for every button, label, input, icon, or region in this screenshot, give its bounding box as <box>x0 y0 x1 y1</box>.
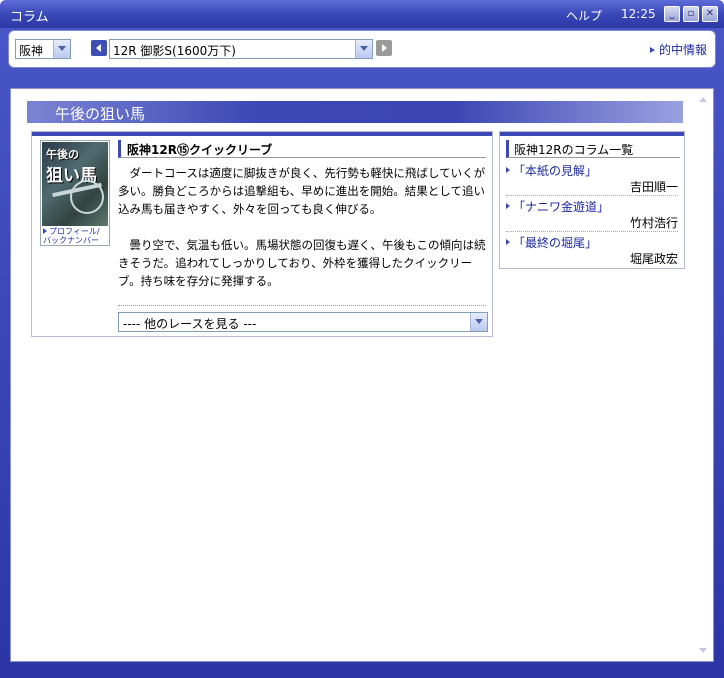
arrow-right-icon <box>649 47 655 53</box>
window-frame: コラム ヘルプ 12:25 _ ▫ ✕ 阪神 12R 御影S(1600万下) 的… <box>0 0 724 678</box>
list-item[interactable]: 「本紙の見解」 吉田順一 <box>506 160 678 196</box>
column-list-title-text: 阪神12Rのコラム一覧 <box>514 143 634 157</box>
list-item-link[interactable]: 「ナニワ金遊道」 <box>506 198 609 215</box>
venue-select-value: 阪神 <box>19 44 44 58</box>
section-header: 午後の狙い馬 <box>27 101 683 123</box>
minimize-icon[interactable]: _ <box>664 6 680 22</box>
section-title: 午後の狙い馬 <box>55 105 146 123</box>
other-races-value: ---- 他のレースを見る --- <box>123 317 257 331</box>
chevron-left-icon[interactable] <box>91 40 107 56</box>
list-item-link[interactable]: 「最終の堀尾」 <box>506 234 597 251</box>
chevron-down-icon[interactable] <box>355 40 372 58</box>
title-bar: コラム ヘルプ 12:25 _ ▫ ✕ <box>0 0 724 28</box>
profile-link-line1: プロフィール/ <box>49 227 100 236</box>
column-paragraph: ダートコースは適度に脚抜きが良く、先行勢も軽快に飛ばしていくが多い。勝負どころか… <box>118 166 486 216</box>
column-box-accent <box>32 132 492 136</box>
close-icon[interactable]: ✕ <box>702 6 718 22</box>
column-box: 午後の 狙い馬 プロフィール/ バックナンバー 阪神12R⑮クイックリーブ ダー… <box>31 131 493 337</box>
list-item-author: 竹村浩行 <box>629 216 678 230</box>
column-list-accent <box>500 132 684 136</box>
column-thumbnail[interactable]: 午後の 狙い馬 プロフィール/ バックナンバー <box>40 140 110 246</box>
list-item-author: 堀尾政宏 <box>629 252 678 266</box>
venue-select[interactable]: 阪神 <box>15 39 71 59</box>
list-item-title: 「最終の堀尾」 <box>513 236 598 250</box>
column-title-text: 阪神12R⑮クイックリーブ <box>127 143 273 157</box>
arrow-right-icon <box>506 203 510 209</box>
list-item-title: 「本紙の見解」 <box>513 164 598 178</box>
column-paragraph: 曇り空で、気温も低い。馬場状態の回復も遅く、午後もこの傾向は続きそうだ。追われて… <box>118 238 486 288</box>
list-item-title: 「ナニワ金遊道」 <box>513 200 610 214</box>
column-list-box: 阪神12Rのコラム一覧 「本紙の見解」 吉田順一 「ナニワ金遊道」 竹村浩行 「… <box>499 131 685 269</box>
arrow-right-icon <box>506 239 510 245</box>
hit-info-link[interactable]: 的中情報 <box>649 41 707 58</box>
list-item-link[interactable]: 「本紙の見解」 <box>506 162 597 179</box>
thumbnail-image: 午後の 狙い馬 <box>42 142 108 226</box>
profile-backnumber-link[interactable]: プロフィール/ バックナンバー <box>43 227 100 245</box>
hit-info-label: 的中情報 <box>658 43 707 57</box>
list-item[interactable]: 「ナニワ金遊道」 竹村浩行 <box>506 196 678 232</box>
other-races-select[interactable]: ---- 他のレースを見る --- <box>118 312 488 332</box>
race-select[interactable]: 12R 御影S(1600万下) <box>109 39 373 59</box>
chevron-down-icon[interactable] <box>470 313 487 331</box>
scroll-down-icon[interactable] <box>695 642 712 659</box>
list-item[interactable]: 「最終の堀尾」 堀尾政宏 <box>506 232 678 268</box>
thumbnail-line1: 午後の <box>46 148 79 161</box>
vertical-scrollbar[interactable] <box>695 91 712 659</box>
list-item-author: 吉田順一 <box>629 180 678 194</box>
chevron-down-icon[interactable] <box>53 40 70 58</box>
help-menu[interactable]: ヘルプ <box>566 7 602 24</box>
scroll-up-icon[interactable] <box>695 91 712 108</box>
column-body: ダートコースは適度に脚抜きが良く、先行勢も軽快に飛ばしていくが多い。勝負どころか… <box>118 164 488 308</box>
arrow-right-icon <box>506 167 510 173</box>
chevron-right-icon[interactable] <box>376 40 392 56</box>
arrow-right-icon <box>43 228 47 234</box>
main-panel: 午後の狙い馬 午後の 狙い馬 プロフィール/ バックナンバー 阪神12R⑮クイッ… <box>10 88 714 662</box>
column-list-title: 阪神12Rのコラム一覧 <box>506 140 680 158</box>
profile-link-line2: バックナンバー <box>43 236 99 245</box>
main-content: 午後の狙い馬 午後の 狙い馬 プロフィール/ バックナンバー 阪神12R⑮クイッ… <box>13 91 691 659</box>
race-select-value: 12R 御影S(1600万下) <box>113 44 236 58</box>
window-title: コラム <box>10 10 49 25</box>
restore-icon[interactable]: ▫ <box>683 6 699 22</box>
divider <box>118 305 486 306</box>
clock: 12:25 <box>621 7 656 21</box>
column-title: 阪神12R⑮クイックリーブ <box>118 140 486 158</box>
toolbar: 阪神 12R 御影S(1600万下) 的中情報 <box>8 30 716 68</box>
